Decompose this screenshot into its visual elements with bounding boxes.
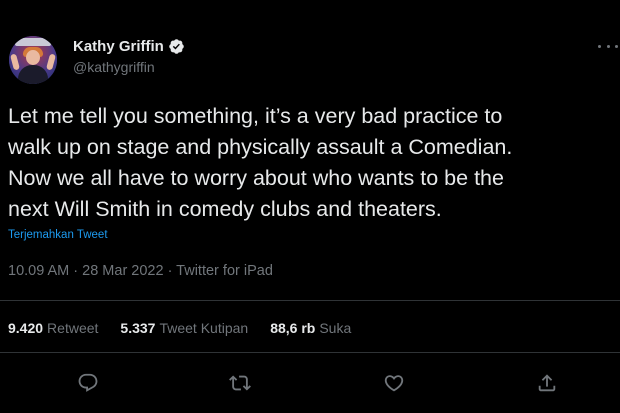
avatar-head bbox=[26, 50, 40, 65]
tweet-text-line: Now we all have to worry about who wants… bbox=[8, 166, 504, 190]
avatar[interactable] bbox=[9, 36, 57, 84]
quote-count[interactable]: 5.337 Tweet Kutipan bbox=[120, 320, 248, 336]
tweet-text-line: next Will Smith in comedy clubs and thea… bbox=[8, 197, 442, 221]
tweet-text: Let me tell you something, it’s a very b… bbox=[8, 101, 614, 225]
avatar-banner bbox=[15, 38, 51, 46]
heart-icon[interactable] bbox=[383, 372, 405, 394]
avatar-body bbox=[18, 65, 48, 84]
divider bbox=[0, 352, 620, 353]
divider bbox=[0, 300, 620, 301]
action-bar bbox=[0, 372, 620, 396]
translate-tweet-link[interactable]: Terjemahkan Tweet bbox=[8, 229, 108, 241]
author-display-name[interactable]: Kathy Griffin bbox=[73, 38, 164, 55]
engagement-stats: 9.420 Retweet 5.337 Tweet Kutipan 88,6 r… bbox=[8, 320, 373, 336]
share-icon[interactable] bbox=[536, 372, 558, 394]
quote-count-label: Tweet Kutipan bbox=[159, 320, 249, 336]
author-name-row: Kathy Griffin bbox=[73, 38, 185, 55]
verified-badge-icon bbox=[168, 38, 185, 55]
like-count-label: Suka bbox=[319, 320, 352, 336]
reply-icon[interactable] bbox=[77, 372, 99, 394]
like-count[interactable]: 88,6 rb Suka bbox=[270, 320, 351, 336]
tweet-timestamp[interactable]: 10.09 AM · 28 Mar 2022 · Twitter for iPa… bbox=[8, 263, 273, 279]
retweet-icon[interactable] bbox=[229, 372, 251, 394]
like-count-value: 88,6 rb bbox=[270, 320, 316, 336]
retweet-count[interactable]: 9.420 Retweet bbox=[8, 320, 98, 336]
retweet-count-label: Retweet bbox=[47, 320, 99, 336]
quote-count-value: 5.337 bbox=[120, 320, 156, 336]
tweet-text-line: Let me tell you something, it’s a very b… bbox=[8, 104, 503, 128]
tweet-text-line: walk up on stage and physically assault … bbox=[8, 135, 513, 159]
tweet-card: Kathy Griffin @kathygriffin Let me tell … bbox=[0, 0, 620, 413]
retweet-count-value: 9.420 bbox=[8, 320, 44, 336]
author-handle[interactable]: @kathygriffin bbox=[73, 59, 155, 75]
more-options-icon[interactable] bbox=[598, 40, 618, 52]
